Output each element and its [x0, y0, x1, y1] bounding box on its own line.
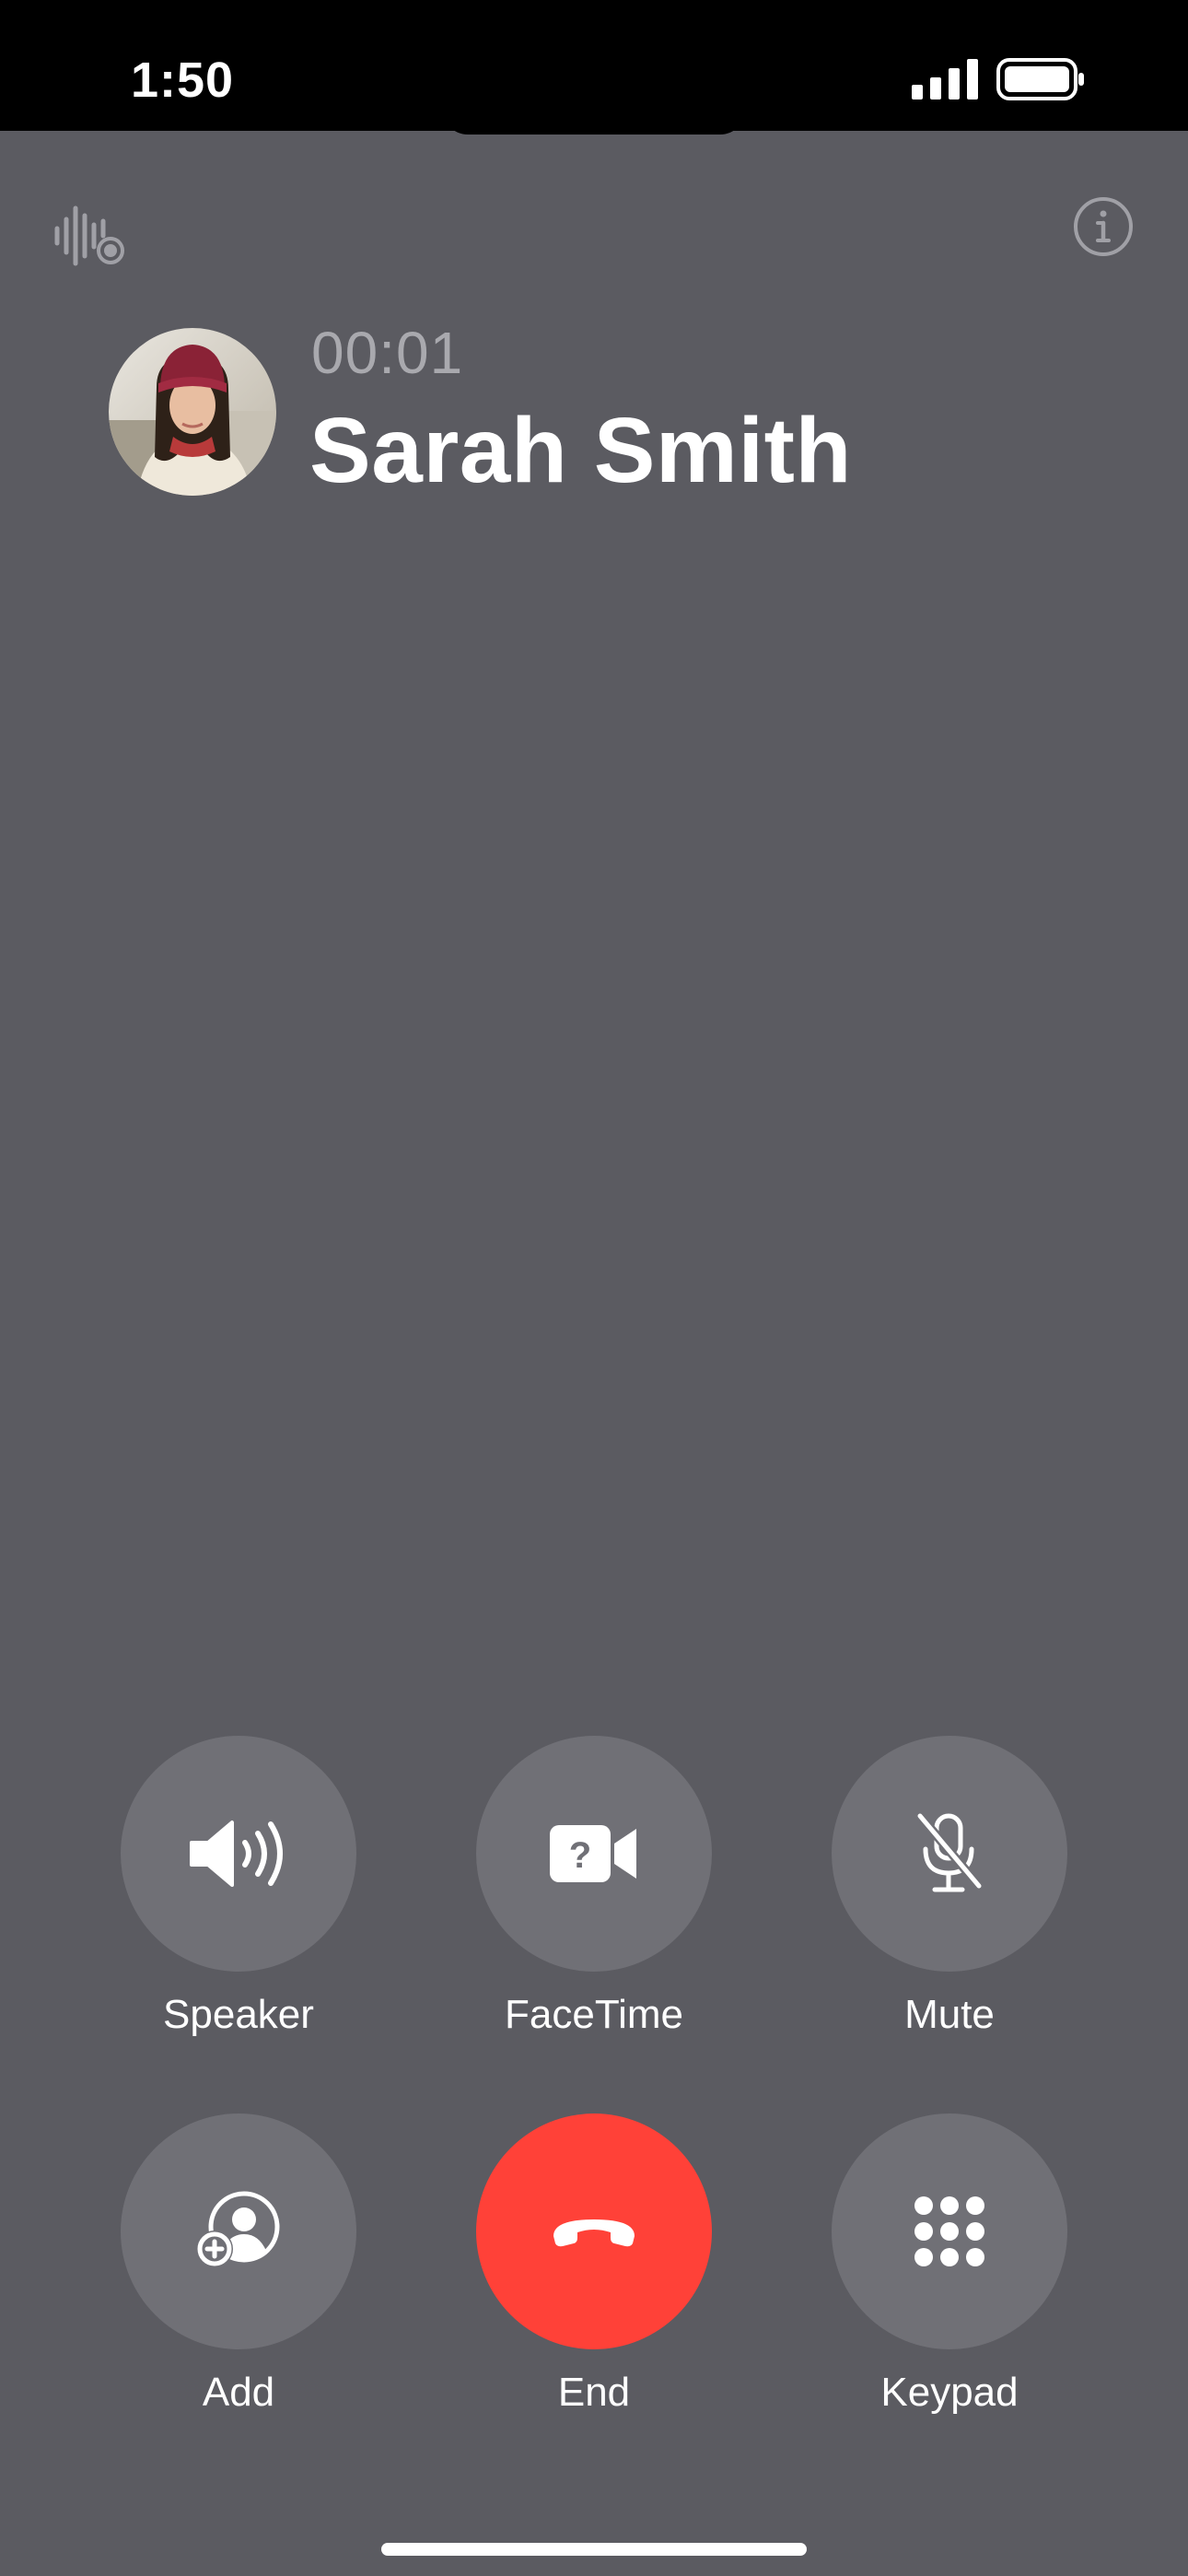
speaker-control: Speaker [121, 1736, 356, 2038]
facetime-label: FaceTime [505, 1992, 683, 2037]
svg-text:?: ? [569, 1835, 591, 1876]
status-bar: 1:50 [0, 0, 1188, 135]
speaker-wave-icon [190, 1821, 283, 1887]
add-control: Add [121, 2113, 356, 2416]
mute-button[interactable] [832, 1736, 1067, 1972]
facetime-control: ? FaceTime [476, 1736, 712, 2038]
speaker-button[interactable] [121, 1736, 356, 1972]
call-screen: 1:50 00:01 Sarah Smith Speaker ? FaceTim… [0, 0, 1188, 2576]
speaker-label: Speaker [163, 1992, 314, 2037]
end-call-button[interactable] [476, 2113, 712, 2349]
end-label: End [557, 2370, 631, 2415]
dynamic-island [442, 109, 746, 135]
info-icon[interactable] [1072, 195, 1135, 258]
status-time: 1:50 [131, 53, 235, 108]
mute-label: Mute [904, 1992, 995, 2037]
person-add-icon [196, 2191, 280, 2267]
call-duration: 00:01 [311, 320, 464, 386]
keypad-button[interactable] [832, 2113, 1067, 2349]
add-call-button[interactable] [121, 2113, 356, 2349]
add-label: Add [202, 2370, 275, 2415]
video-question-icon: ? [550, 1825, 636, 1882]
facetime-button[interactable]: ? [476, 1736, 712, 1972]
phone-down-icon [553, 2219, 635, 2247]
end-control: End [476, 2113, 712, 2416]
keypad-grid-icon [914, 2196, 984, 2266]
caller-avatar [109, 328, 276, 496]
audio-waveform-record-icon[interactable] [52, 201, 129, 271]
battery-icon [996, 58, 1084, 100]
microphone-slash-icon [916, 1812, 983, 1892]
home-indicator[interactable] [381, 2543, 807, 2556]
keypad-control: Keypad [832, 2113, 1067, 2416]
mute-control: Mute [832, 1736, 1067, 2038]
cellular-signal-icon [912, 59, 978, 100]
caller-name: Sarah Smith [309, 399, 852, 502]
keypad-label: Keypad [880, 2370, 1019, 2415]
